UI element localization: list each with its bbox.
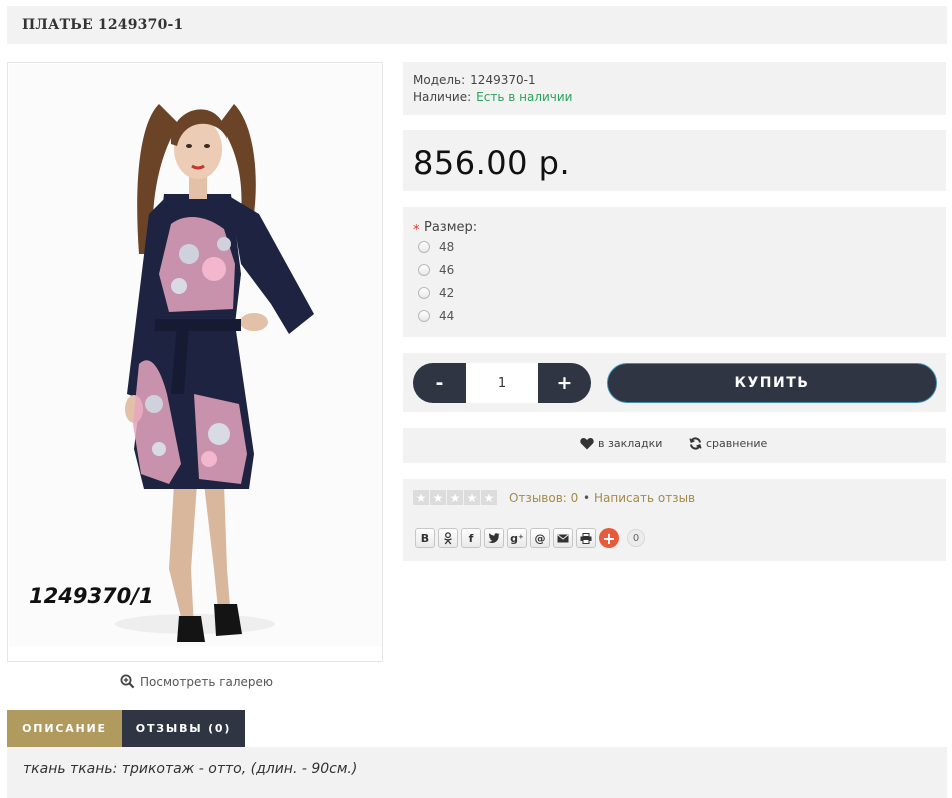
size-option-46[interactable]: 46 bbox=[418, 263, 454, 277]
size-option-label: 42 bbox=[439, 286, 455, 300]
radio-button[interactable] bbox=[418, 287, 430, 299]
compare-label: сравнение bbox=[706, 437, 768, 450]
product-image-frame[interactable]: 1249370/1 bbox=[7, 62, 383, 662]
product-title: ПЛАТЬЕ 1249370-1 bbox=[22, 17, 184, 33]
print-button[interactable] bbox=[576, 528, 596, 548]
image-caption: 1249370/1 bbox=[29, 584, 154, 608]
model-label: Модель: bbox=[413, 73, 466, 87]
print-icon bbox=[580, 532, 592, 544]
buy-button[interactable]: КУПИТЬ bbox=[607, 363, 937, 403]
radio-button[interactable] bbox=[418, 241, 430, 253]
radio-button[interactable] bbox=[418, 264, 430, 276]
model-value: 1249370-1 bbox=[470, 73, 536, 87]
stock-label: Наличие: bbox=[413, 90, 472, 104]
wishlist-compare-panel: в закладки сравнение bbox=[403, 428, 946, 463]
separator-dot: • bbox=[583, 491, 591, 505]
compare-link[interactable]: сравнение bbox=[689, 437, 767, 450]
size-option-44[interactable]: 44 bbox=[418, 309, 454, 323]
purchase-panel: - + КУПИТЬ bbox=[403, 353, 946, 412]
gallery-link-label: Посмотреть галерею bbox=[140, 674, 274, 689]
google-plus-share-button[interactable]: g⁺ bbox=[507, 528, 527, 548]
gallery-link[interactable]: Посмотреть галерею bbox=[120, 674, 273, 689]
twitter-share-button[interactable] bbox=[484, 528, 504, 548]
rating-stars: ★ ★ ★ ★ ★ bbox=[413, 490, 497, 505]
quantity-decrease-button[interactable]: - bbox=[413, 363, 466, 403]
model-row: Модель: 1249370-1 bbox=[413, 73, 536, 87]
vk-share-button[interactable]: В bbox=[415, 528, 435, 548]
add-to-wishlist-link[interactable]: в закладки bbox=[580, 437, 662, 450]
size-options-panel: * Размер: 48 46 42 44 bbox=[403, 207, 946, 337]
heart-icon bbox=[580, 438, 594, 450]
dress-model-illustration bbox=[9, 64, 382, 646]
email-share-button[interactable] bbox=[553, 528, 573, 548]
size-option-42[interactable]: 42 bbox=[418, 286, 454, 300]
size-option-label: 46 bbox=[439, 263, 455, 277]
star-icon: ★ bbox=[413, 490, 429, 505]
required-mark: * bbox=[413, 223, 420, 238]
star-icon: ★ bbox=[464, 490, 480, 505]
description-panel: ткань ткань: трикотаж - отто, (длин. - 9… bbox=[7, 747, 947, 798]
star-icon: ★ bbox=[430, 490, 446, 505]
twitter-icon bbox=[488, 533, 500, 543]
tab-reviews[interactable]: ОТЗЫВЫ (0) bbox=[122, 710, 245, 747]
price-panel: 856.00 р. bbox=[403, 130, 946, 191]
quantity-input[interactable] bbox=[466, 363, 538, 403]
refresh-icon bbox=[689, 437, 702, 450]
size-label: Размер: bbox=[424, 220, 478, 235]
stock-status: Есть в наличии bbox=[476, 90, 573, 104]
facebook-share-button[interactable]: f bbox=[461, 528, 481, 548]
title-bar: ПЛАТЬЕ 1249370-1 bbox=[7, 6, 947, 44]
more-share-button[interactable]: + bbox=[599, 528, 619, 548]
description-text: ткань ткань: трикотаж - отто, (длин. - 9… bbox=[23, 761, 358, 777]
share-buttons: В f g⁺ @ + 0 bbox=[415, 528, 645, 548]
product-info-panel: Модель: 1249370-1 Наличие: Есть в наличии bbox=[403, 62, 946, 115]
ok-icon bbox=[444, 531, 452, 544]
rating-share-panel: ★ ★ ★ ★ ★ Отзывов: 0 • Написать отзыв В … bbox=[403, 479, 946, 561]
star-icon: ★ bbox=[447, 490, 463, 505]
price-value: 856.00 р. bbox=[413, 144, 571, 182]
size-option-label: 48 bbox=[439, 240, 455, 254]
tab-description[interactable]: ОПИСАНИЕ bbox=[7, 710, 122, 747]
quantity-increase-button[interactable]: + bbox=[538, 363, 591, 403]
write-review-link[interactable]: Написать отзыв bbox=[594, 491, 695, 505]
mail-icon bbox=[557, 534, 569, 542]
radio-button[interactable] bbox=[418, 310, 430, 322]
wishlist-label: в закладки bbox=[598, 437, 663, 450]
mailru-share-button[interactable]: @ bbox=[530, 528, 550, 548]
size-option-label: 44 bbox=[439, 309, 455, 323]
stock-row: Наличие: Есть в наличии bbox=[413, 90, 572, 104]
product-photo[interactable]: 1249370/1 bbox=[9, 64, 382, 646]
star-icon: ★ bbox=[481, 490, 497, 505]
share-count: 0 bbox=[627, 529, 645, 547]
odnoklassniki-share-button[interactable] bbox=[438, 528, 458, 548]
size-option-48[interactable]: 48 bbox=[418, 240, 454, 254]
zoom-icon bbox=[120, 674, 135, 689]
reviews-count-link[interactable]: Отзывов: 0 bbox=[509, 491, 578, 505]
